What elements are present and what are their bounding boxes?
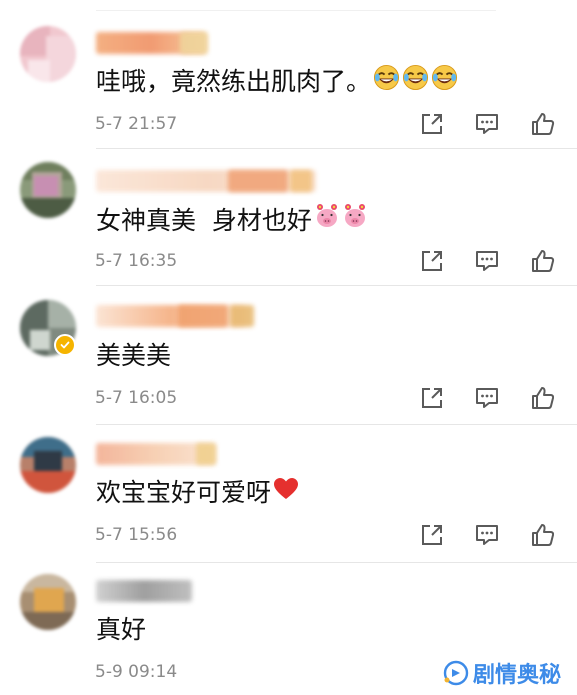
comment-icon[interactable] bbox=[473, 521, 501, 549]
comment-text-content: 哇哦，竟然练出肌肉了。 bbox=[96, 67, 372, 96]
username[interactable] bbox=[178, 305, 228, 327]
user-badge bbox=[196, 443, 216, 465]
share-icon[interactable] bbox=[418, 110, 446, 138]
comment-time: 5-7 21:57 bbox=[95, 114, 178, 134]
share-icon[interactable] bbox=[418, 384, 446, 412]
comment-text: 真好 bbox=[96, 613, 146, 647]
comment-icon[interactable] bbox=[473, 110, 501, 138]
like-icon[interactable] bbox=[529, 247, 557, 275]
user-badge bbox=[230, 305, 254, 327]
like-icon[interactable] bbox=[529, 521, 557, 549]
laugh-cry-emoji bbox=[402, 64, 429, 100]
user-avatar[interactable] bbox=[20, 574, 76, 630]
watermark-logo-icon bbox=[443, 660, 469, 686]
comment-text-content: 美美美 bbox=[96, 341, 172, 370]
laugh-cry-emoji bbox=[373, 64, 400, 100]
divider bbox=[96, 285, 577, 286]
comment-time: 5-7 16:35 bbox=[95, 251, 178, 271]
comment-icon[interactable] bbox=[473, 384, 501, 412]
comment-icon[interactable] bbox=[473, 247, 501, 275]
username[interactable] bbox=[96, 580, 192, 602]
divider bbox=[96, 424, 577, 425]
user-avatar[interactable] bbox=[20, 162, 76, 218]
username[interactable] bbox=[228, 170, 288, 192]
share-icon[interactable] bbox=[418, 247, 446, 275]
watermark-text: 剧情奥秘 bbox=[472, 663, 561, 688]
comment-text: 美美美 bbox=[96, 339, 171, 373]
comment-text: 女神真美 身材也好 bbox=[96, 202, 368, 239]
laugh-cry-emoji bbox=[431, 64, 458, 100]
comment-text-content: 真好 bbox=[96, 615, 147, 644]
share-icon[interactable] bbox=[418, 521, 446, 549]
verified-badge-icon bbox=[54, 334, 76, 356]
like-icon[interactable] bbox=[529, 110, 557, 138]
red-heart-emoji bbox=[273, 476, 299, 510]
comment-time: 5-9 09:14 bbox=[95, 662, 178, 682]
comment-text: 欢宝宝好可爱呀 bbox=[96, 476, 299, 510]
like-icon[interactable] bbox=[529, 384, 557, 412]
pig-flower-emoji bbox=[314, 202, 340, 239]
comment-time: 5-7 15:56 bbox=[95, 525, 178, 545]
divider bbox=[96, 562, 577, 563]
user-avatar[interactable] bbox=[20, 437, 76, 493]
user-badge bbox=[290, 170, 312, 192]
comment-time: 5-7 16:05 bbox=[95, 388, 178, 408]
comment-text: 哇哦，竟然练出肌肉了。 bbox=[96, 64, 458, 100]
watermark: 剧情奥秘 bbox=[443, 657, 561, 689]
user-avatar[interactable] bbox=[20, 26, 76, 82]
comment-text-content: 欢宝宝好可爱呀 bbox=[96, 478, 272, 507]
divider bbox=[96, 10, 496, 11]
pig-flower-emoji bbox=[342, 202, 368, 239]
user-badge bbox=[180, 32, 208, 54]
divider bbox=[96, 148, 577, 149]
comment-text-content: 女神真美 身材也好 bbox=[96, 205, 312, 235]
